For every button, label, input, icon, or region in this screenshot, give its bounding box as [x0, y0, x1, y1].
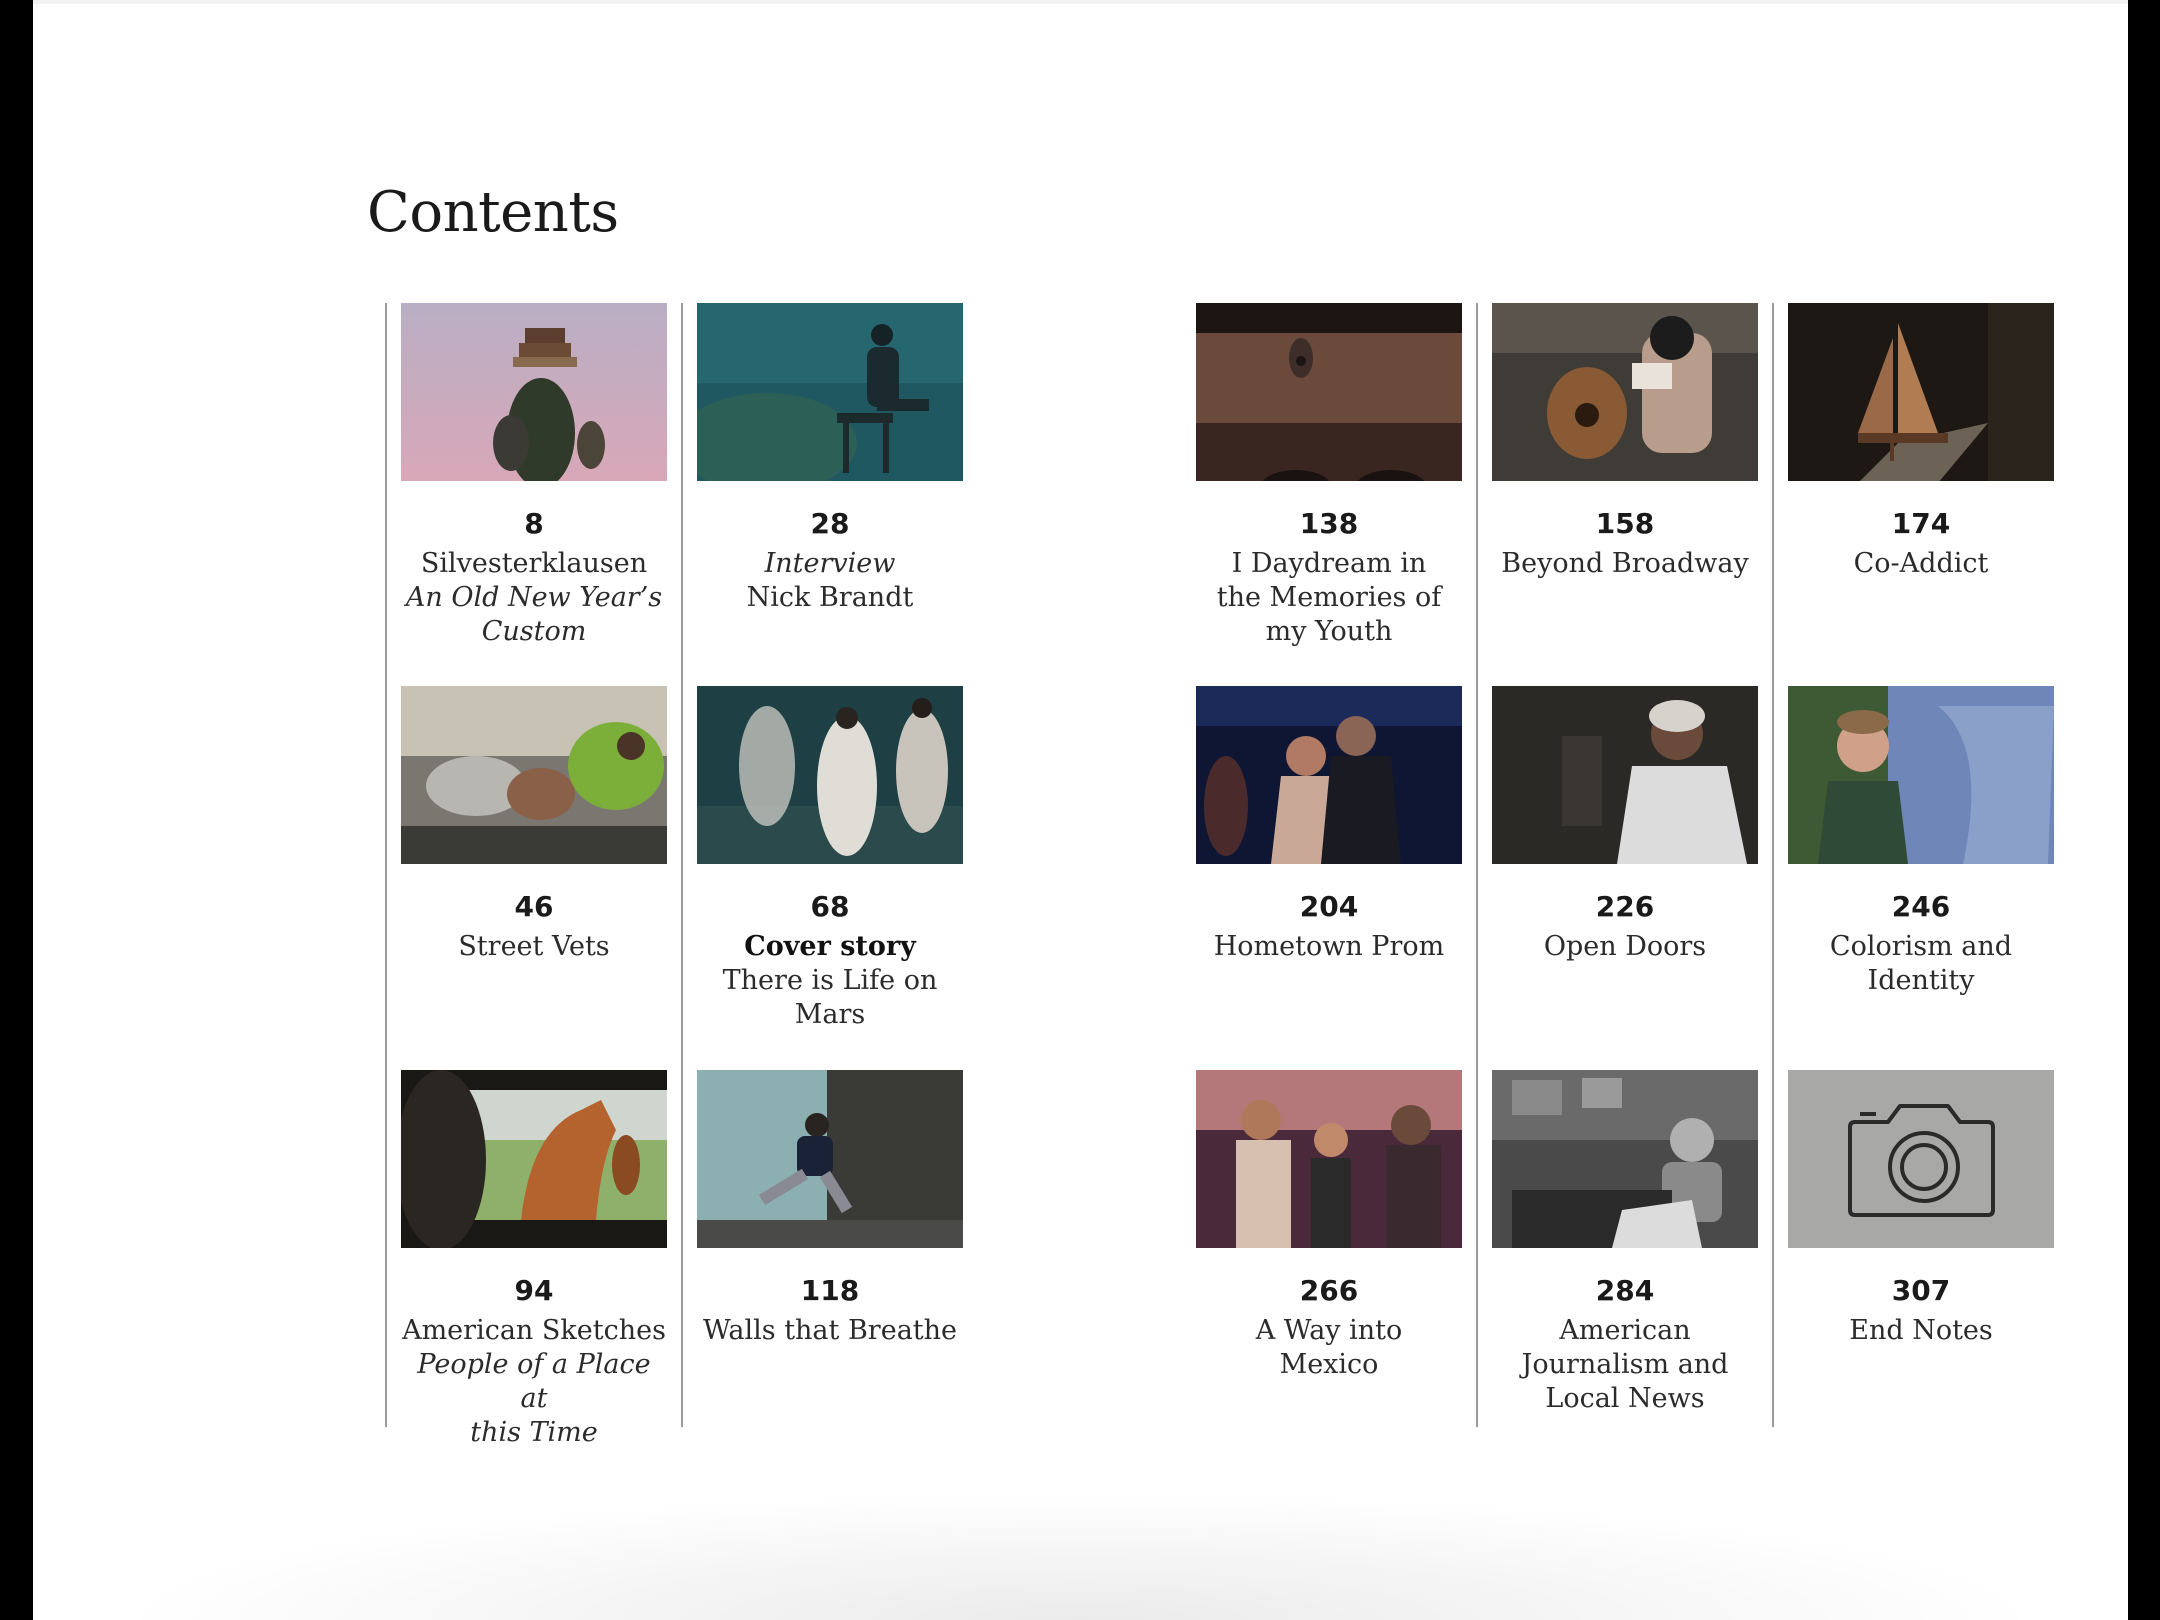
white-robed-dancers-photo[interactable] — [697, 686, 963, 864]
entry-title: A Way into Mexico — [1196, 1314, 1462, 1382]
entry-title: Cover story There is Life on Mars — [697, 930, 963, 1032]
newspaper-editor-photo[interactable] — [1492, 1070, 1758, 1248]
page-number: 118 — [800, 1274, 860, 1307]
entry-title-line: Identity — [1867, 965, 1975, 996]
page-number: 138 — [1299, 507, 1359, 540]
entry-title-line: There is Life on — [722, 965, 938, 996]
entry-title-line: I Daydream in — [1231, 548, 1427, 579]
contents-entry[interactable]: 284 American Journalism and Local News — [1492, 1070, 1758, 1416]
boy-hugging-mother-photo[interactable] — [1788, 686, 2054, 864]
entry-title: Silvesterklausen An Old New Year’s Custom — [401, 547, 667, 649]
contents-entry[interactable]: 266 A Way into Mexico — [1196, 1070, 1462, 1382]
column-divider — [385, 303, 387, 1427]
page-title: Contents — [367, 180, 619, 245]
entry-title: American Journalism and Local News — [1492, 1314, 1758, 1416]
contents-entry[interactable]: 174 Co-Addict — [1788, 303, 2054, 581]
entry-title-line: Mexico — [1279, 1349, 1379, 1380]
entry-title-line: Mars — [794, 999, 866, 1030]
entry-title: End Notes — [1788, 1314, 2054, 1348]
page-number: 226 — [1595, 890, 1655, 923]
contents-entry[interactable]: 8 Silvesterklausen An Old New Year’s Custom — [401, 303, 667, 649]
contents-entry[interactable]: 226 Open Doors — [1492, 686, 1758, 964]
entry-title-line: my Youth — [1265, 616, 1393, 647]
entry-title-line: People of a Place at — [417, 1349, 651, 1414]
contents-entry[interactable]: 158 Beyond Broadway — [1492, 303, 1758, 581]
entry-title: Open Doors — [1492, 930, 1758, 964]
contents-entry[interactable]: 246 Colorism and Identity — [1788, 686, 2054, 998]
guitar-man-photo[interactable] — [1492, 303, 1758, 481]
entry-title-line: this Time — [470, 1417, 598, 1448]
entry-title: Walls that Breathe — [697, 1314, 963, 1348]
page-number: 158 — [1595, 507, 1655, 540]
page-number: 246 — [1891, 890, 1951, 923]
entry-title-line: Street Vets — [458, 931, 610, 962]
entry-title-line: Nick Brandt — [746, 582, 914, 613]
entry-title: I Daydream in the Memories of my Youth — [1196, 547, 1462, 649]
page-number: 94 — [514, 1274, 554, 1307]
entry-title-line: A Way into — [1255, 1315, 1403, 1346]
entry-title-line: Co-Addict — [1853, 548, 1989, 579]
horse-through-car-window-photo[interactable] — [401, 1070, 667, 1248]
elderly-woman-photo[interactable] — [1492, 686, 1758, 864]
entry-title-line: Journalism and — [1521, 1349, 1729, 1380]
entry-title-line: Cover story — [744, 931, 916, 962]
page-number: 266 — [1299, 1274, 1359, 1307]
left-bezel — [0, 0, 33, 1620]
entry-title: Colorism and Identity — [1788, 930, 2054, 998]
underwater-man-photo[interactable] — [697, 303, 963, 481]
page-number: 8 — [524, 507, 544, 540]
reader-window: Contents 8 Silvesterklausen An Old New Yea… — [0, 0, 2160, 1620]
contents-entry[interactable]: 46 Street Vets — [401, 686, 667, 964]
page-number: 204 — [1299, 890, 1359, 923]
page-shadow — [33, 1480, 2128, 1620]
entry-title-line: Open Doors — [1543, 931, 1707, 962]
entry-title-line: Colorism and — [1829, 931, 2013, 962]
dogs-in-coats-photo[interactable] — [401, 686, 667, 864]
entry-title-line: the Memories of — [1216, 582, 1442, 613]
eye-tattoo-photo[interactable] — [1196, 303, 1462, 481]
entry-title-line: An Old New Year’s — [405, 582, 663, 613]
entry-title: Hometown Prom — [1196, 930, 1462, 964]
page-number: 46 — [514, 890, 554, 923]
entry-title-line: American Sketches — [402, 1315, 666, 1346]
entry-title: Co-Addict — [1788, 547, 2054, 581]
entry-title-line: Local News — [1545, 1383, 1705, 1414]
prom-dancers-photo[interactable] — [1196, 686, 1462, 864]
silvesterklausen-photo[interactable] — [401, 303, 667, 481]
entry-title-line: Hometown Prom — [1213, 931, 1445, 962]
contents-entry[interactable]: 28 Interview Nick Brandt — [697, 303, 963, 615]
contents-entry[interactable]: 118 Walls that Breathe — [697, 1070, 963, 1348]
entry-title-line: Interview — [764, 548, 896, 579]
column-divider — [1476, 303, 1478, 1427]
page-number: 284 — [1595, 1274, 1655, 1307]
page-number: 307 — [1891, 1274, 1951, 1307]
page-number: 28 — [810, 507, 850, 540]
entry-title: American Sketches People of a Place at thi… — [401, 1314, 667, 1450]
entry-title-line: End Notes — [1849, 1315, 1993, 1346]
camera-icon[interactable] — [1788, 1070, 2054, 1248]
entry-title-line: Walls that Breathe — [702, 1315, 958, 1346]
contents-entry[interactable]: 138 I Daydream in the Memories of my Youth — [1196, 303, 1462, 649]
entry-title-line: Silvesterklausen — [420, 548, 648, 579]
entry-title-line: Custom — [481, 616, 587, 647]
entry-title: Street Vets — [401, 930, 667, 964]
contents-entry[interactable]: 68 Cover story There is Life on Mars — [697, 686, 963, 1032]
column-divider — [681, 303, 683, 1427]
page-number: 68 — [810, 890, 850, 923]
column-divider — [1772, 303, 1774, 1427]
entry-title-line: Beyond Broadway — [1501, 548, 1749, 579]
entry-title: Beyond Broadway — [1492, 547, 1758, 581]
right-bezel — [2128, 0, 2160, 1620]
page-number: 174 — [1891, 507, 1951, 540]
family-on-bus-photo[interactable] — [1196, 1070, 1462, 1248]
contents-entry[interactable]: 307 End Notes — [1788, 1070, 2054, 1348]
contents-entry[interactable]: 94 American Sketches People of a Place at t… — [401, 1070, 667, 1450]
entry-title-line: American — [1559, 1315, 1691, 1346]
model-sailboat-photo[interactable] — [1788, 303, 2054, 481]
contents-entry[interactable]: 204 Hometown Prom — [1196, 686, 1462, 964]
leaping-boy-photo[interactable] — [697, 1070, 963, 1248]
entry-title: Interview Nick Brandt — [697, 547, 963, 615]
